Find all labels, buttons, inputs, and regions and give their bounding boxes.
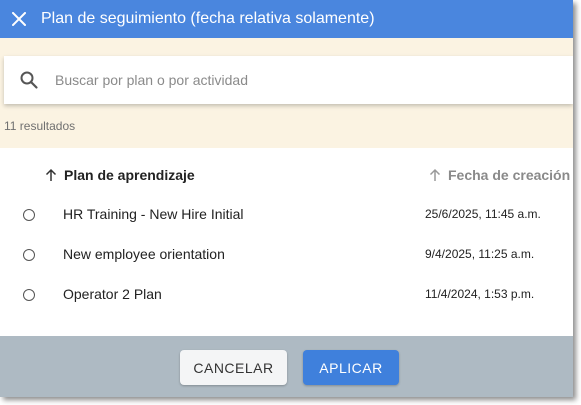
row-radio[interactable]: [23, 289, 35, 301]
table-row[interactable]: New employee orientation 9/4/2025, 11:25…: [0, 235, 573, 275]
column-label-date: Fecha de creación: [448, 167, 571, 183]
plans-table: Plan de aprendizaje Fecha de creación HR…: [0, 148, 573, 336]
arrow-up-icon: [45, 168, 57, 181]
arrow-up-icon: [429, 168, 441, 181]
dialog-footer: CANCELAR APLICAR: [0, 336, 573, 397]
column-label-plan: Plan de aprendizaje: [64, 167, 195, 183]
search-box[interactable]: [4, 56, 573, 104]
column-header-date[interactable]: Fecha de creación: [428, 148, 570, 202]
results-count: 11 resultados: [4, 119, 76, 133]
plan-name: Operator 2 Plan: [63, 286, 162, 302]
close-icon[interactable]: [0, 0, 38, 38]
search-icon: [20, 71, 38, 89]
search-input[interactable]: [53, 71, 537, 89]
row-radio[interactable]: [23, 209, 35, 221]
creation-date: 11/4/2024, 1:53 p.m.: [425, 287, 535, 301]
creation-date: 25/6/2025, 11:45 a.m.: [425, 207, 541, 221]
dialog-header: Plan de seguimiento (fecha relativa sola…: [0, 0, 573, 38]
table-row[interactable]: Operator 2 Plan 11/4/2024, 1:53 p.m.: [0, 275, 573, 315]
cancel-button[interactable]: CANCELAR: [180, 350, 287, 385]
dialog-title: Plan de seguimiento (fecha relativa sola…: [41, 10, 375, 27]
creation-date: 9/4/2025, 11:25 a.m.: [425, 247, 535, 261]
row-radio[interactable]: [23, 249, 35, 261]
plan-name: New employee orientation: [63, 246, 225, 262]
table-row[interactable]: HR Training - New Hire Initial 25/6/2025…: [0, 195, 573, 235]
column-header-plan[interactable]: Plan de aprendizaje: [44, 148, 195, 202]
search-area: 11 resultados: [0, 38, 573, 148]
plan-name: HR Training - New Hire Initial: [63, 206, 244, 222]
apply-button[interactable]: APLICAR: [303, 350, 399, 385]
follow-up-plan-dialog: Plan de seguimiento (fecha relativa sola…: [0, 0, 573, 397]
